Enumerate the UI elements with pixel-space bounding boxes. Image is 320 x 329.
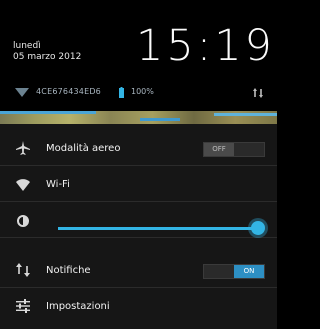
airplane-icon	[16, 141, 30, 155]
day-label: lunedì	[13, 41, 41, 51]
notification-shade: lunedì 05 marzo 2012 15:19 4CE676434ED6 …	[0, 0, 277, 329]
notifications-label: Notifiche	[46, 265, 91, 276]
notifications-icon	[16, 263, 30, 277]
airplane-mode-row[interactable]: Modalità aereo OFF	[0, 130, 277, 166]
battery-percent: 100%	[131, 87, 154, 96]
brightness-row	[0, 202, 277, 238]
notifications-toggle[interactable]: ON	[203, 264, 265, 279]
date-block: lunedì 05 marzo 2012	[13, 41, 81, 63]
wifi-row[interactable]: Wi-Fi	[0, 166, 277, 202]
wallpaper-strip	[0, 111, 277, 124]
airplane-mode-toggle[interactable]: OFF	[203, 142, 265, 157]
airplane-mode-label: Modalità aereo	[46, 143, 121, 154]
brightness-slider-thumb[interactable]	[251, 221, 265, 235]
wifi-icon	[16, 179, 30, 191]
brightness-slider-track[interactable]	[58, 227, 258, 230]
data-sync-icon	[253, 88, 263, 98]
wifi-label: Wi-Fi	[46, 179, 70, 190]
airplane-toggle-state: OFF	[204, 143, 234, 156]
status-row: 4CE676434ED6 100%	[0, 82, 277, 104]
clock: 15:19	[136, 21, 275, 71]
date-label: 05 marzo 2012	[13, 52, 82, 62]
brightness-icon	[17, 215, 29, 227]
settings-sliders-icon	[16, 299, 30, 313]
quick-settings-panel: Modalità aereo OFF Wi-Fi Notifiche ON Im…	[0, 124, 277, 329]
notifications-toggle-state: ON	[234, 265, 264, 278]
settings-label: Impostazioni	[46, 301, 110, 312]
shade-header: lunedì 05 marzo 2012 15:19	[0, 0, 277, 80]
battery-icon	[119, 87, 124, 98]
notifications-row[interactable]: Notifiche ON	[0, 252, 277, 288]
divider	[0, 237, 277, 238]
device-id: 4CE676434ED6	[36, 87, 101, 96]
wifi-signal-icon	[15, 88, 29, 97]
settings-row[interactable]: Impostazioni	[0, 288, 277, 324]
